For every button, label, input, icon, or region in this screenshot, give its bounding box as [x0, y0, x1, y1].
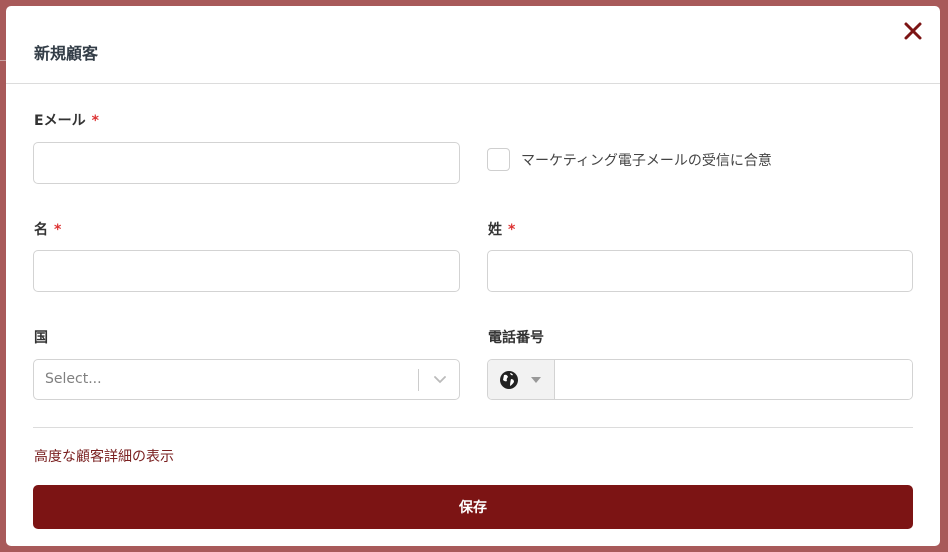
- close-icon: [904, 22, 922, 40]
- first-name-label: 名 *: [34, 219, 61, 239]
- close-button[interactable]: [902, 20, 924, 42]
- first-name-field[interactable]: [33, 250, 460, 292]
- chevron-down-icon[interactable]: [433, 373, 447, 387]
- last-name-label-text: 姓: [488, 222, 502, 238]
- marketing-consent-label: マーケティング電子メールの受信に合意: [521, 152, 772, 169]
- globe-icon: [500, 371, 518, 389]
- first-name-label-text: 名: [34, 222, 48, 238]
- country-select-placeholder: Select...: [45, 371, 102, 387]
- country-label: 国: [34, 330, 48, 346]
- phone-country-dropdown[interactable]: [488, 360, 555, 399]
- phone-field-group: [487, 359, 913, 400]
- phone-label: 電話番号: [488, 330, 544, 346]
- email-label: Eメール *: [34, 110, 99, 130]
- marketing-consent[interactable]: マーケティング電子メールの受信に合意: [487, 148, 772, 171]
- new-customer-modal: 新規顧客 Eメール * マーケティング電子メールの受信に合意 名 * 姓 * 国 Se…: [6, 6, 940, 546]
- required-mark: *: [54, 222, 62, 238]
- last-name-label: 姓 *: [488, 219, 515, 239]
- show-advanced-details-link[interactable]: 高度な顧客詳細の表示: [34, 446, 174, 466]
- modal-title: 新規顧客: [34, 44, 99, 63]
- email-field[interactable]: [33, 142, 460, 184]
- country-select[interactable]: Select...: [33, 359, 460, 400]
- marketing-consent-checkbox[interactable]: [487, 148, 510, 171]
- modal-header: 新規顧客: [6, 6, 940, 84]
- caret-down-icon: [531, 377, 541, 383]
- email-label-text: Eメール: [34, 113, 86, 129]
- phone-number-input[interactable]: [555, 360, 912, 399]
- select-separator: [418, 369, 419, 391]
- last-name-field[interactable]: [487, 250, 913, 292]
- divider: [33, 427, 913, 428]
- required-mark: *: [508, 222, 516, 238]
- save-button[interactable]: 保存: [33, 485, 913, 529]
- required-mark: *: [91, 113, 99, 129]
